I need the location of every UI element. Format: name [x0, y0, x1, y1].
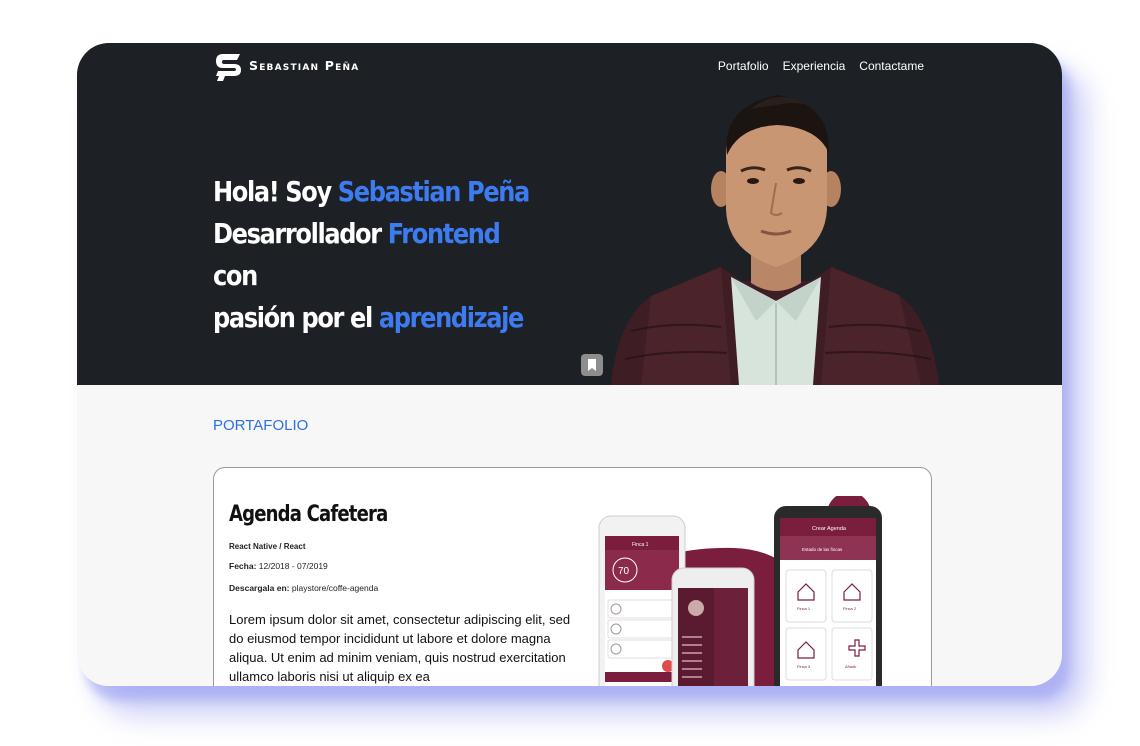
tile-label-2: Finca 2 — [843, 606, 857, 611]
headline-line3: pasión por el aprendizaje — [213, 301, 524, 334]
headline-line2: Desarrollador Frontend con — [213, 217, 501, 292]
phone1-header: Finca 1 — [632, 542, 649, 548]
profile-photo — [611, 95, 939, 385]
tile-label-4: Añadir — [845, 664, 857, 669]
tile-label-3: Finca 3 — [797, 664, 811, 669]
phone1-temp: 70 — [618, 566, 630, 577]
phone3-header: Crear Agenda — [812, 526, 847, 532]
tile-label-1: Finca 1 — [797, 606, 811, 611]
main-nav: Portafolio Experiencia Contactame — [718, 59, 924, 73]
brand-name: Sebastian Peña — [249, 57, 360, 73]
nav-experiencia[interactable]: Experiencia — [783, 59, 846, 73]
bookmark-button[interactable] — [581, 354, 603, 376]
project-card[interactable]: Agenda Cafetera React Native / React Fec… — [213, 467, 932, 686]
logo-icon — [216, 54, 241, 81]
browser-frame: Sebastian Peña Portafolio Experiencia Co… — [77, 43, 1062, 686]
headline-frontend: Frontend — [387, 217, 501, 250]
project-download: Descargala en: playstore/coffe-agenda — [229, 583, 379, 593]
headline-aprendizaje: aprendizaje — [378, 301, 524, 334]
nav-portafolio[interactable]: Portafolio — [718, 59, 769, 73]
phone3-subtitle: Estado de las fincas — [802, 547, 843, 552]
section-title: PORTAFOLIO — [213, 417, 309, 434]
hero-headline: Hola! Soy Sebastian Peña Desarrollador F… — [213, 171, 540, 339]
brand-logo[interactable]: Sebastian Peña — [212, 48, 359, 82]
headline-line1: Hola! Soy Sebastian Peña — [213, 175, 531, 208]
project-date: Fecha: 12/2018 - 07/2019 — [229, 561, 328, 571]
project-tech: React Native / React — [229, 542, 306, 551]
bookmark-icon — [588, 359, 596, 371]
portfolio-section: PORTAFOLIO Agenda Cafetera React Native … — [77, 385, 1062, 686]
hero-section: Sebastian Peña Portafolio Experiencia Co… — [77, 43, 1062, 385]
app-mockup-image: Finca 1 70 Crear Agenda Estado de las fi… — [598, 496, 882, 686]
project-description: Lorem ipsum dolor sit amet, consectetur … — [229, 612, 571, 684]
download-link[interactable]: playstore/coffe-agenda — [292, 583, 378, 593]
nav-contactame[interactable]: Contactame — [859, 59, 924, 73]
project-title: Agenda Cafetera — [229, 502, 388, 527]
headline-name: Sebastian Peña — [337, 175, 531, 208]
